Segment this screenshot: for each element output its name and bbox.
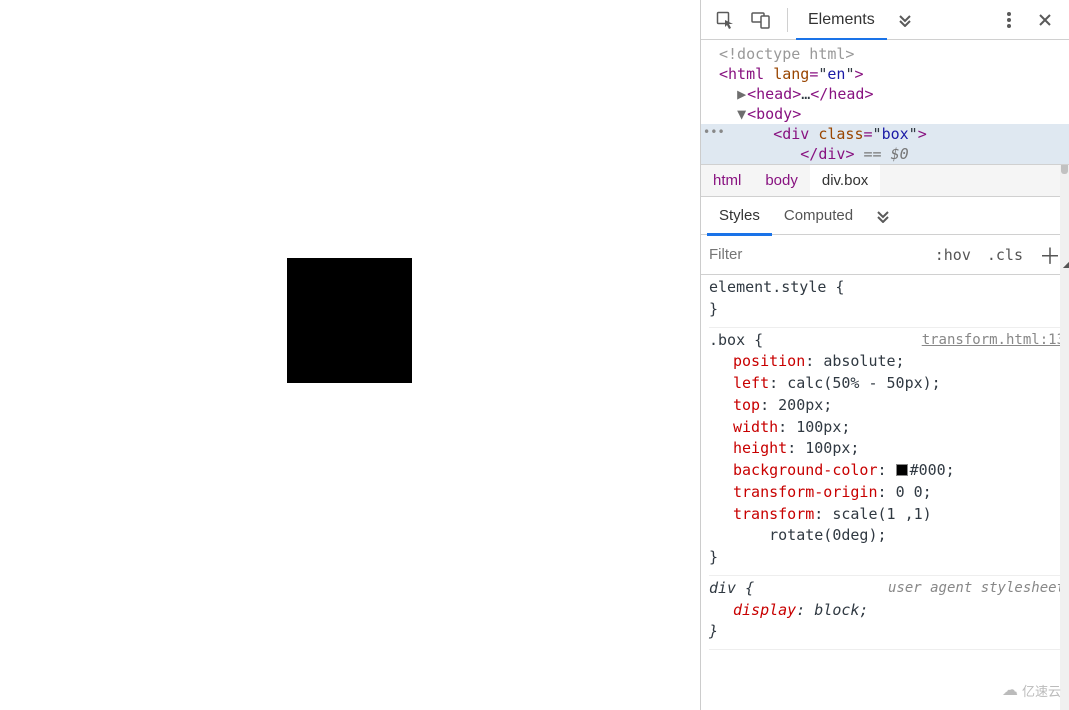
color-swatch[interactable] <box>896 464 908 476</box>
styles-filter-input[interactable] <box>709 241 908 269</box>
dom-tree[interactable]: <!doctype html> <html lang="en"> ▶<head>… <box>701 40 1069 165</box>
close-devtools-icon[interactable] <box>1029 4 1061 36</box>
rule-user-agent[interactable]: div { user agent stylesheet display: blo… <box>709 578 1065 650</box>
dom-head[interactable]: ▶<head>…</head> <box>701 84 1069 104</box>
devtools-panel: Elements <!doctype html> <html lang="en"… <box>700 0 1069 710</box>
inspect-icon[interactable] <box>709 4 741 36</box>
rule-box[interactable]: .box { transform.html:13 position: absol… <box>709 330 1065 576</box>
page-preview <box>0 0 700 710</box>
cls-toggle[interactable]: .cls <box>979 246 1031 264</box>
dom-doctype[interactable]: <!doctype html> <box>701 44 1069 64</box>
ua-stylesheet-label: user agent stylesheet <box>888 578 1065 600</box>
device-toggle-icon[interactable] <box>745 4 777 36</box>
styles-subtabs: Styles Computed <box>701 197 1069 235</box>
breadcrumb-html[interactable]: html <box>701 165 753 196</box>
new-rule-button[interactable]: ＋◢ <box>1031 239 1069 271</box>
rule-source-link[interactable]: transform.html:13 <box>922 330 1065 352</box>
breadcrumb: html body div.box <box>701 165 1069 197</box>
breadcrumb-body[interactable]: body <box>753 165 810 196</box>
kebab-menu-icon[interactable] <box>993 4 1025 36</box>
dom-div-close[interactable]: </div> == $0 <box>701 144 1069 164</box>
toolbar-separator <box>787 8 788 32</box>
dom-div-open[interactable]: ••• <div class="box"> <box>701 124 1069 144</box>
dom-body-open[interactable]: ▼<body> <box>701 104 1069 124</box>
breadcrumb-div-box[interactable]: div.box <box>810 165 880 196</box>
subtab-styles[interactable]: Styles <box>707 197 772 235</box>
subtab-computed[interactable]: Computed <box>772 197 865 235</box>
more-subtabs-icon[interactable] <box>867 200 899 232</box>
dom-html-open[interactable]: <html lang="en"> <box>701 64 1069 84</box>
hov-toggle[interactable]: :hov <box>927 246 979 264</box>
styles-filter-row: :hov .cls ＋◢ <box>701 235 1069 275</box>
more-tabs-icon[interactable] <box>889 4 921 36</box>
tab-elements-label: Elements <box>808 11 875 29</box>
tab-elements[interactable]: Elements <box>796 0 887 40</box>
styles-pane[interactable]: element.style { } .box { transform.html:… <box>701 275 1069 710</box>
demo-box <box>287 258 412 383</box>
devtools-toolbar: Elements <box>701 0 1069 40</box>
rule-element-style[interactable]: element.style { } <box>709 277 1065 328</box>
